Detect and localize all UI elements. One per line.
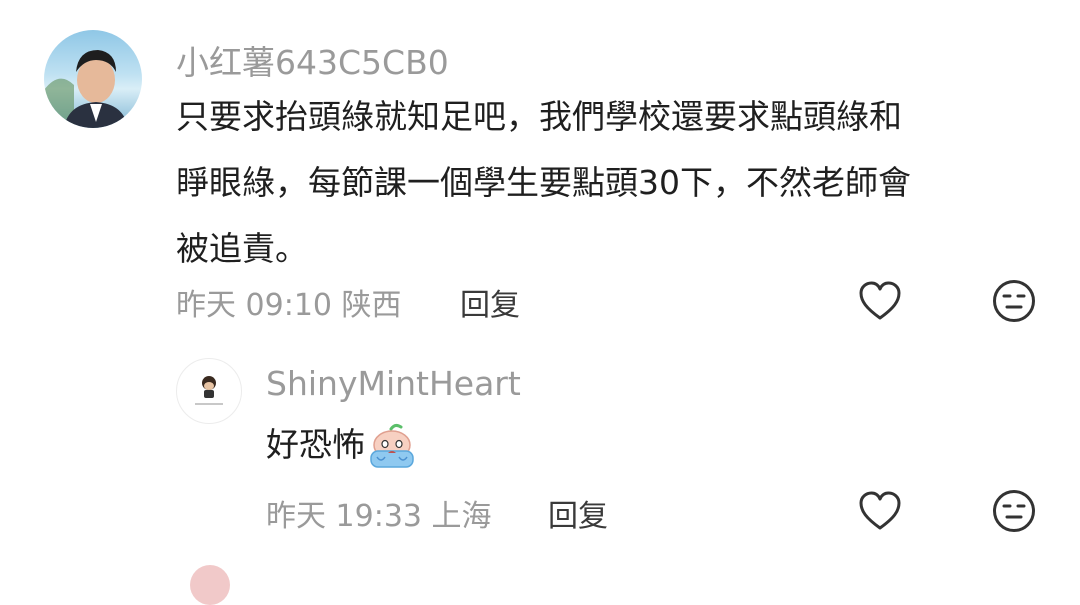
neutral-face-icon[interactable] [992, 279, 1036, 327]
avatar-photo [44, 50, 128, 128]
avatar[interactable] [176, 358, 242, 424]
heart-outline-icon[interactable] [858, 280, 902, 326]
reply-button[interactable]: 回复 [460, 280, 520, 324]
comment-meta: 昨天 09:10 陕西 [176, 288, 402, 323]
avatar-illustration [195, 376, 223, 405]
avatar[interactable] [44, 30, 142, 128]
avatar[interactable] [190, 565, 230, 605]
comment-text: 好恐怖 [266, 412, 419, 478]
username[interactable]: ShinyMintHeart [266, 364, 521, 403]
comment-text-line: 睜眼綠，每節課一個學生要點頭30下，不然老師會 [176, 163, 911, 202]
heart-outline-icon[interactable] [858, 490, 902, 536]
crying-emoji-icon [365, 423, 419, 471]
reply-button[interactable]: 回复 [548, 491, 608, 535]
comment-meta: 昨天 19:33 上海 [266, 499, 492, 534]
comment-text-line: 被追責。 [176, 229, 308, 268]
neutral-face-icon[interactable] [992, 489, 1036, 537]
comment-text-content: 好恐怖 [266, 425, 365, 464]
username[interactable]: 小红薯643C5CB0 [176, 36, 449, 84]
comment-text: 只要求抬頭綠就知足吧，我們學校還要求點頭綠和 睜眼綠，每節課一個學生要點頭30下… [176, 84, 1056, 282]
comment-text-line: 只要求抬頭綠就知足吧，我們學校還要求點頭綠和 [176, 97, 902, 136]
